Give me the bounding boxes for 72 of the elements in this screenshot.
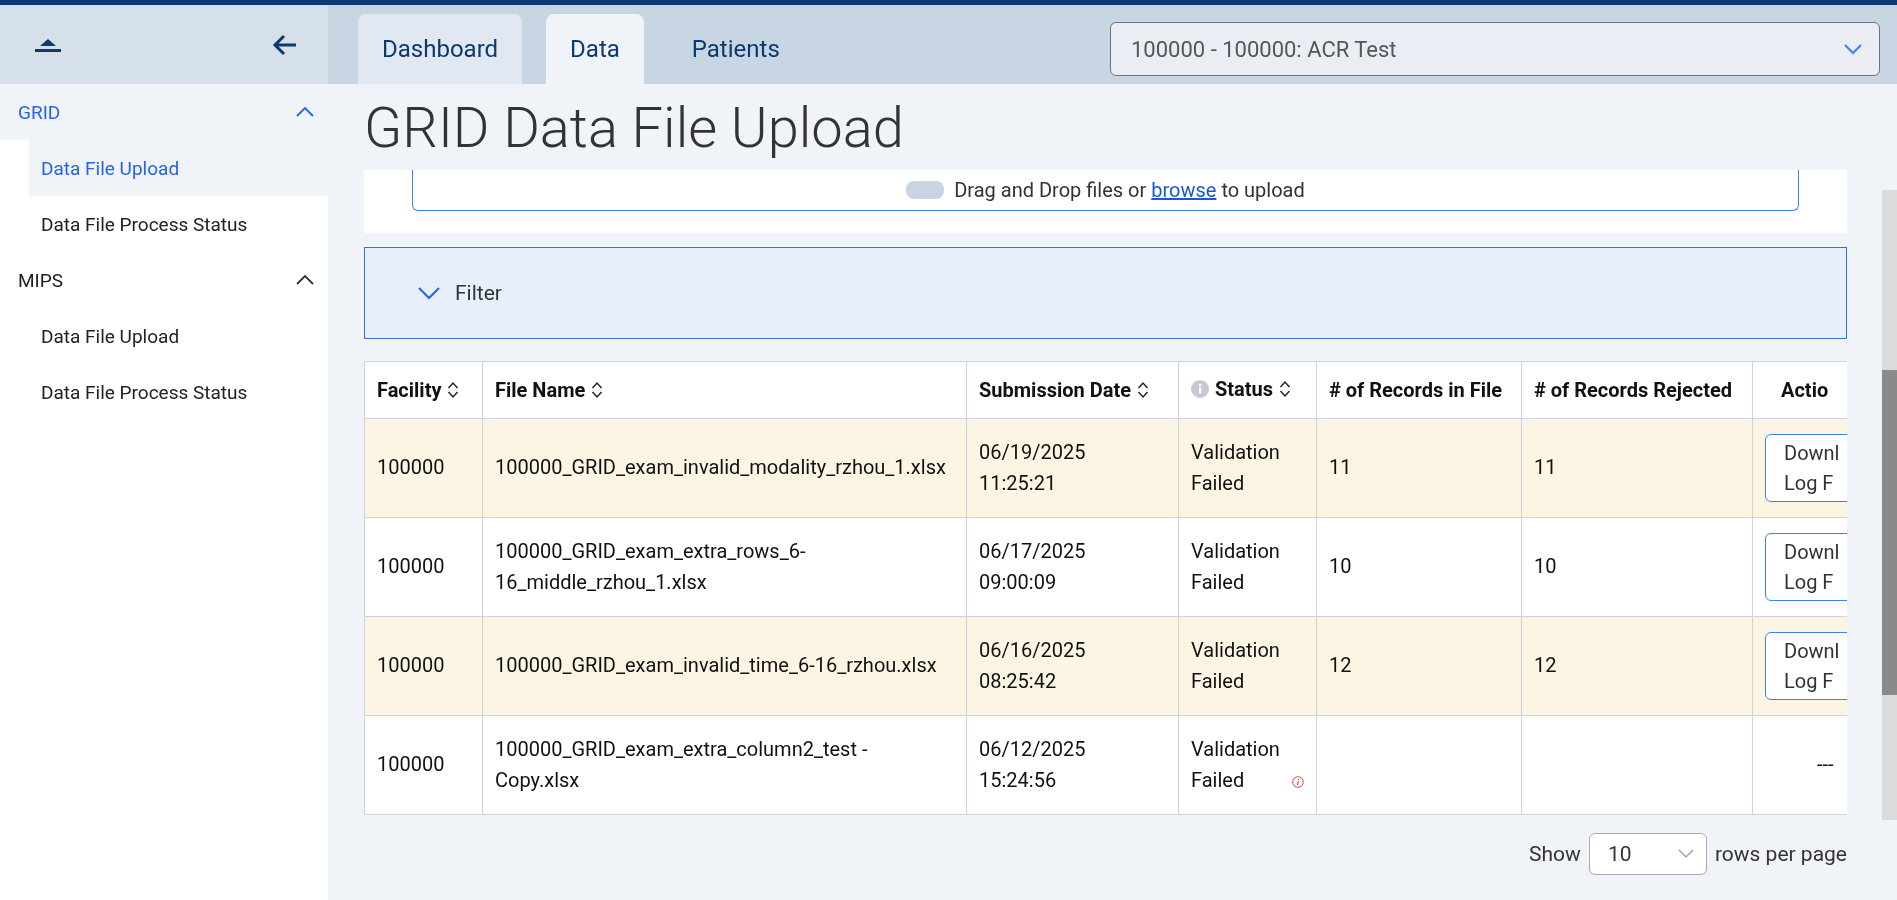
show-label: Show <box>1529 841 1581 866</box>
date-text: 06/16/2025 <box>979 636 1087 664</box>
column-label: File Name <box>495 377 586 402</box>
sort-icon <box>1136 380 1149 399</box>
page-title: GRID Data File Upload <box>364 94 905 163</box>
status-text: Validation Failed <box>1191 537 1281 596</box>
column-label: Facility <box>377 377 442 402</box>
table-cell: 100000_GRID_exam_invalid_time_6-16_rzhou.xlsx <box>482 616 967 716</box>
tab[interactable]: Dashboard <box>358 14 523 84</box>
chevron-down-icon <box>1677 848 1694 859</box>
download-log-button[interactable]: Downl Log F <box>1765 433 1847 502</box>
date-text: 06/19/2025 <box>979 438 1087 466</box>
sidebar-item[interactable]: Data File Upload <box>29 140 328 196</box>
sidebar-group[interactable]: GRID <box>0 84 328 140</box>
date-text: 06/17/2025 <box>979 537 1087 565</box>
time-text: 15:24:56 <box>979 766 1058 794</box>
column-label: Submission Date <box>979 377 1131 402</box>
status-text: Validation Failed <box>1191 438 1281 497</box>
back-arrow-icon[interactable] <box>272 33 298 56</box>
table-cell: 100000 <box>364 715 483 815</box>
column-label: # of Records Rejected <box>1534 377 1733 402</box>
sidebar-item[interactable]: Data File Process Status <box>29 364 328 420</box>
status-text: Validation Failed <box>1191 735 1281 794</box>
table-cell: 100000_GRID_exam_extra_column2_test - Copy.xlsx <box>482 715 967 815</box>
table-cell: 11 <box>1521 418 1753 518</box>
date-text: 06/12/2025 <box>979 735 1087 763</box>
chevron-icon <box>417 285 441 300</box>
table-cell: 100000_GRID_exam_invalid_modality_rzhou_1.xlsx <box>482 418 967 518</box>
table-cell: 100000 <box>364 418 483 518</box>
sort-icon <box>1279 379 1292 398</box>
column-header[interactable]: Facility <box>364 361 483 419</box>
table-cell: 100000 <box>364 517 483 617</box>
page-size-select[interactable]: 10 <box>1588 832 1707 875</box>
sidebar-item[interactable]: Data File Upload <box>29 308 328 364</box>
drop-zone[interactable]: Drag and Drop files or browse to upload <box>412 169 1799 211</box>
time-text: 11:25:21 <box>979 469 1058 497</box>
facility-select[interactable]: 100000 - 100000: ACR Test <box>1110 22 1880 76</box>
table-cell: 12 <box>1521 616 1753 716</box>
chevron-icon <box>296 274 314 286</box>
filter-panel[interactable]: Filter <box>364 246 1847 339</box>
time-text: 08:25:42 <box>979 667 1058 695</box>
browse-link[interactable]: browse <box>1151 177 1217 202</box>
time-text: 09:00:09 <box>979 568 1058 596</box>
filter-label: Filter <box>455 280 502 305</box>
column-header[interactable]: Status <box>1178 361 1317 419</box>
status-text: Validation Failed <box>1191 636 1281 695</box>
column-label: # of Records in File <box>1329 377 1503 402</box>
info-icon <box>1191 379 1209 398</box>
column-label: Status <box>1215 376 1274 401</box>
rows-per-page-label: rows per page <box>1714 841 1847 866</box>
tab[interactable]: Patients <box>667 14 804 84</box>
table-cell: 10 <box>1521 517 1753 617</box>
column-header[interactable]: Submission Date <box>966 361 1179 419</box>
download-log-button[interactable]: Downl Log F <box>1765 532 1847 601</box>
empty-action-text: --- <box>1816 752 1834 777</box>
download-log-button[interactable]: Downl Log F <box>1765 631 1847 700</box>
sidebar-group[interactable]: MIPS <box>0 252 328 308</box>
table-cell: 10 <box>1316 517 1522 617</box>
chevron-icon <box>296 106 314 118</box>
sort-icon <box>591 380 604 399</box>
table-cell: 100000 <box>364 616 483 716</box>
chevron-down-icon <box>1843 43 1863 55</box>
table-cell: 12 <box>1316 616 1522 716</box>
upload-instructions: Drag and Drop files or browse to upload <box>954 177 1305 202</box>
column-label: Actio <box>1781 377 1829 402</box>
sort-icon <box>447 380 460 399</box>
column-header[interactable]: File Name <box>482 361 967 419</box>
scrollbar[interactable] <box>1882 190 1897 820</box>
table-cell: 100000_GRID_exam_extra_rows_6-16_middle_rzhou_1.xlsx <box>482 517 967 617</box>
table-cell: 11 <box>1316 418 1522 518</box>
tab[interactable]: Data <box>546 14 644 84</box>
sidebar-item[interactable]: Data File Process Status <box>29 196 328 252</box>
